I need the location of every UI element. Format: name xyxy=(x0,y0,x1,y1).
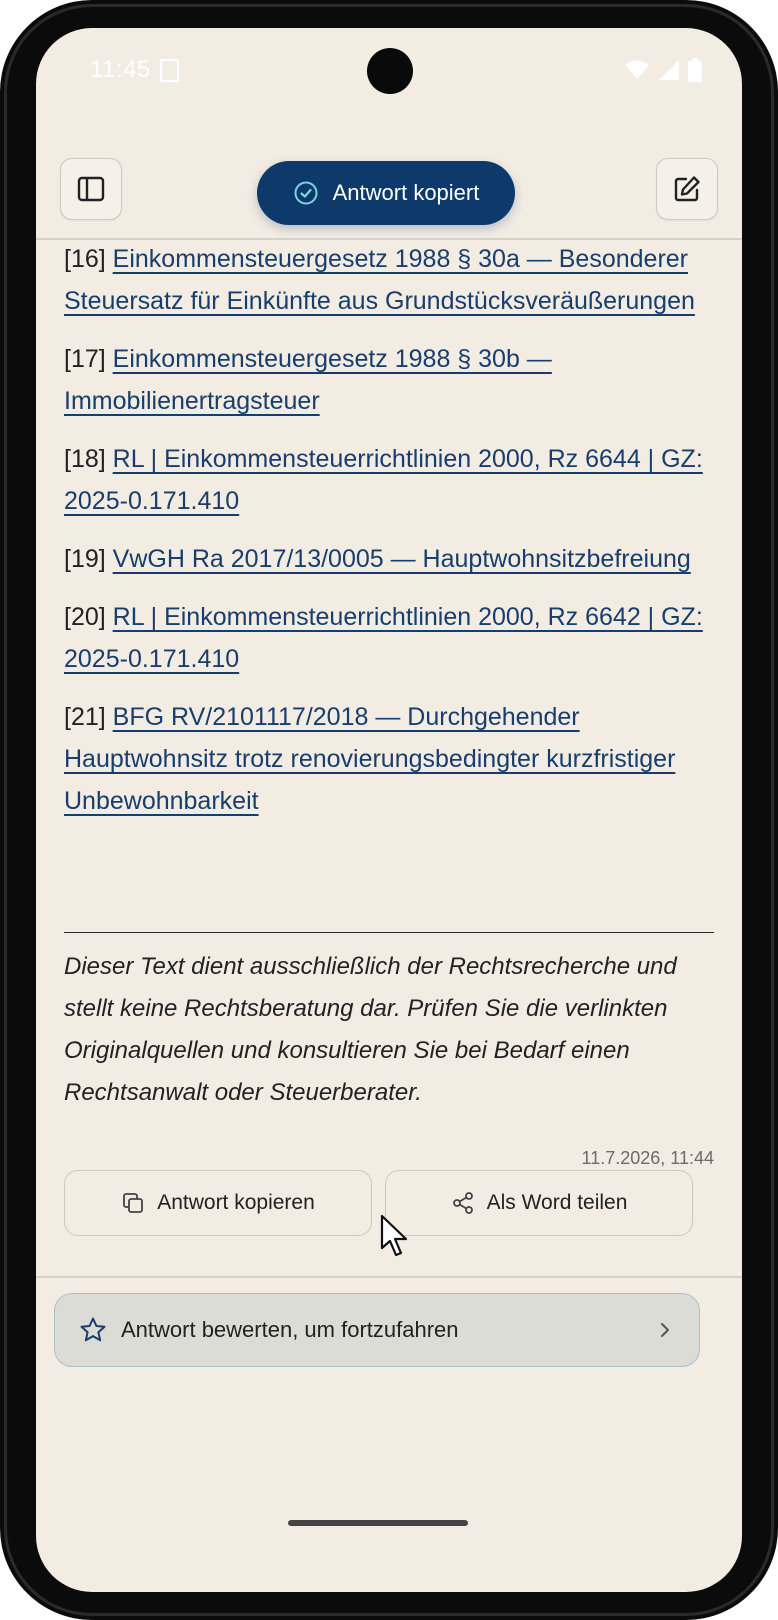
check-circle-icon xyxy=(294,181,318,205)
screen: 11:45 Antwort kopiert [16] Einkommensteu… xyxy=(36,28,742,1592)
screenshot-icon xyxy=(160,59,179,82)
references-list: [16] Einkommensteuergesetz 1988 § 30a — … xyxy=(64,238,714,822)
phone-frame: 11:45 Antwort kopiert [16] Einkommensteu… xyxy=(0,0,778,1620)
copy-icon xyxy=(123,1193,144,1213)
copied-toast: Antwort kopiert xyxy=(257,161,515,225)
sidebar-toggle-button[interactable] xyxy=(60,158,122,220)
edit-icon xyxy=(674,176,700,202)
reference-item: [18] RL | Einkommensteuerrichtlinien 200… xyxy=(64,438,714,522)
reference-link[interactable]: BFG RV/2101117/2018 — Durchgehender Haup… xyxy=(64,703,675,815)
copy-answer-label: Antwort kopieren xyxy=(157,1191,315,1214)
reference-item: [20] RL | Einkommensteuerrichtlinien 200… xyxy=(64,596,714,680)
reference-item: [17] Einkommensteuergesetz 1988 § 30b — … xyxy=(64,338,714,422)
sidebar-toggle-icon xyxy=(77,176,105,202)
share-icon xyxy=(452,1192,473,1214)
chevron-right-icon xyxy=(661,1323,669,1337)
reference-link[interactable]: VwGH Ra 2017/13/0005 — Hauptwohnsitzbefr… xyxy=(113,545,691,573)
toast-label: Antwort kopiert xyxy=(332,180,480,205)
battery-icon xyxy=(688,58,702,82)
reference-number: [17] xyxy=(64,345,106,373)
status-time: 11:45 xyxy=(90,56,151,83)
home-indicator[interactable] xyxy=(288,1520,468,1526)
status-bar: 11:45 xyxy=(36,28,742,118)
reference-link[interactable]: RL | Einkommensteuerrichtlinien 2000, Rz… xyxy=(64,603,703,673)
rate-answer-label: Antwort bewerten, um fortzufahren xyxy=(121,1317,459,1342)
app-header: Antwort kopiert xyxy=(36,124,742,240)
reference-item: [21] BFG RV/2101117/2018 — Durchgehender… xyxy=(64,696,714,822)
reference-item: [16] Einkommensteuergesetz 1988 § 30a — … xyxy=(64,238,714,322)
signal-icon xyxy=(659,60,679,80)
reference-number: [21] xyxy=(64,703,106,731)
status-icons xyxy=(624,58,702,82)
reference-number: [19] xyxy=(64,545,106,573)
share-word-label: Als Word teilen xyxy=(486,1191,628,1214)
rate-answer-button[interactable]: Antwort bewerten, um fortzufahren xyxy=(54,1293,700,1367)
wifi-icon xyxy=(625,60,649,79)
front-camera xyxy=(367,48,413,94)
reference-number: [20] xyxy=(64,603,106,631)
reference-link[interactable]: Einkommensteuergesetz 1988 § 30a — Beson… xyxy=(64,245,695,315)
mouse-pointer-icon xyxy=(380,1214,408,1257)
new-chat-button[interactable] xyxy=(656,158,718,220)
section-separator xyxy=(36,1276,742,1278)
message-timestamp: 11.7.2026, 11:44 xyxy=(581,1148,714,1168)
copy-answer-button[interactable]: Antwort kopieren xyxy=(64,1170,372,1236)
reference-number: [18] xyxy=(64,445,106,473)
reference-link[interactable]: Einkommensteuergesetz 1988 § 30b — Immob… xyxy=(64,345,552,415)
star-icon xyxy=(80,1317,106,1342)
reference-item: [19] VwGH Ra 2017/13/0005 — Hauptwohnsit… xyxy=(64,538,714,580)
share-word-button[interactable]: Als Word teilen xyxy=(385,1170,693,1236)
reference-link[interactable]: RL | Einkommensteuerrichtlinien 2000, Rz… xyxy=(64,445,703,515)
reference-number: [16] xyxy=(64,245,106,273)
disclaimer-text: Dieser Text dient ausschließlich der Rec… xyxy=(64,953,677,1106)
divider xyxy=(64,932,714,933)
